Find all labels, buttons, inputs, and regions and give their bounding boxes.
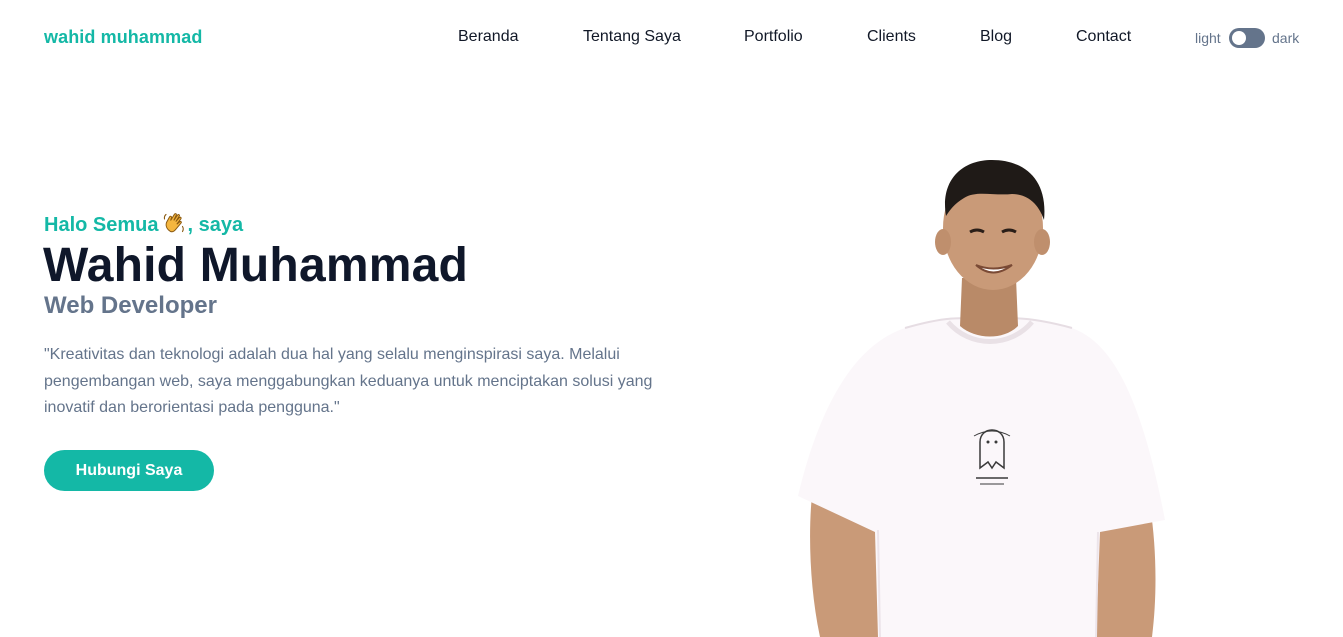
nav-link-beranda[interactable]: Beranda: [458, 28, 519, 46]
navbar: wahid muhammad Beranda Tentang Saya Port…: [0, 0, 1343, 76]
hero-quote: "Kreativitas dan teknologi adalah dua ha…: [44, 346, 653, 416]
toggle-knob: [1232, 31, 1246, 45]
theme-switch: light dark: [1195, 27, 1305, 49]
contact-me-button[interactable]: Hubungi Saya: [44, 450, 214, 491]
theme-dark-label: dark: [1272, 30, 1300, 46]
nav-link-clients[interactable]: Clients: [867, 28, 916, 46]
hero-role: Web Developer: [44, 292, 217, 319]
greeting-prefix: Halo Semua: [44, 214, 159, 236]
nav-link-blog[interactable]: Blog: [980, 28, 1012, 46]
hero-greeting: Halo Semua , saya: [44, 211, 243, 237]
hero-name: Wahid Muhammad: [43, 239, 469, 292]
theme-light-label: light: [1195, 30, 1221, 46]
nav-link-contact[interactable]: Contact: [1076, 28, 1131, 46]
greeting-suffix: , saya: [187, 214, 244, 236]
theme-toggle[interactable]: [1229, 28, 1265, 48]
waving-hand-icon: [164, 213, 185, 233]
page: wahid muhammad Beranda Tentang Saya Port…: [0, 0, 1343, 637]
hero-portrait-image: [798, 160, 1165, 637]
nav-link-tentang-saya[interactable]: Tentang Saya: [583, 28, 681, 46]
brand-logo[interactable]: wahid muhammad: [44, 27, 202, 48]
nav-link-portfolio[interactable]: Portfolio: [744, 28, 803, 46]
